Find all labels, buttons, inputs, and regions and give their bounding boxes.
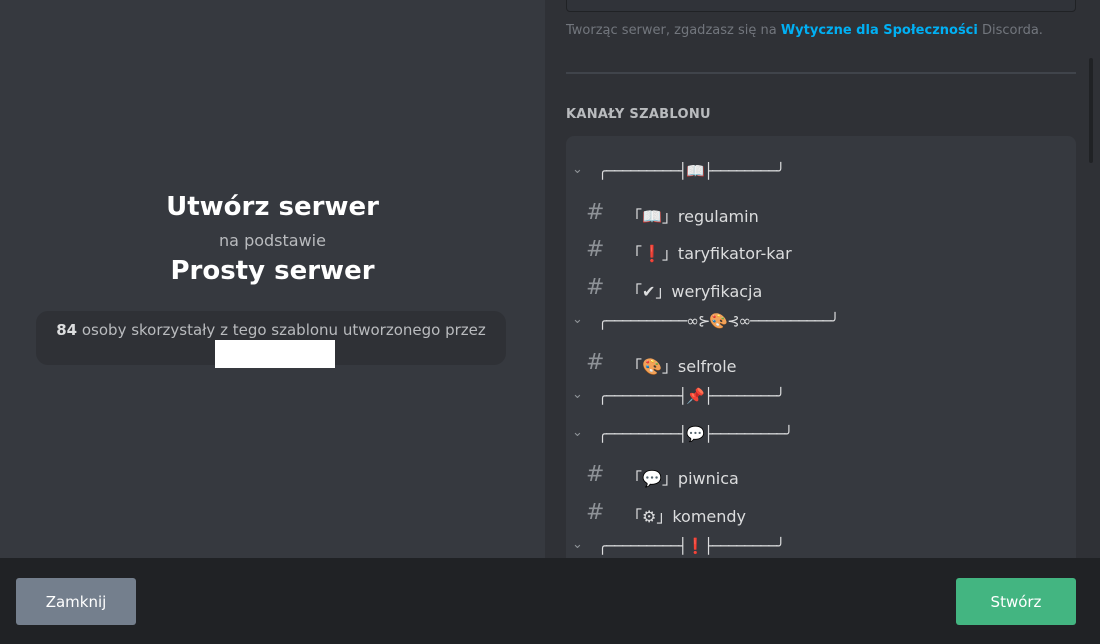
chevron-down-icon: ⌄ (572, 162, 583, 177)
template-usage-box: 84 osoby skorzystały z tego szablonu utw… (36, 311, 506, 368)
template-usage-text: 84 osoby skorzystały z tego szablonu utw… (36, 321, 506, 339)
create-server-modal: Utwórz serwer na podstawie Prosty serwer… (0, 0, 1100, 644)
chevron-down-icon: ⌄ (572, 387, 583, 402)
category-name: ╭─────────┤💬├─────────╯ (598, 425, 793, 443)
usage-count: 84 (56, 321, 78, 339)
channel-name: 「⚙」komendy (626, 507, 747, 526)
category-name: ╭─────────┤❗├────────╯ (598, 537, 785, 555)
channel-item[interactable]: # 「📖」regulamin (566, 198, 1076, 228)
channel-list: ⌄ ╭─────────┤📖├────────╯ # 「📖」regulamin # 「❗」… (566, 136, 1076, 558)
channel-category[interactable]: ⌄ ╭──────────∞⊱🎨⊰∞──────────╯ (566, 310, 1076, 340)
channel-name: 「🎨」selfrole (626, 357, 737, 376)
category-name: ╭─────────┤📖├────────╯ (598, 162, 785, 180)
modal-title: Utwórz serwer (166, 192, 379, 222)
text-channel-icon: # (586, 237, 605, 262)
text-channel-icon: # (586, 462, 605, 487)
community-guidelines-link[interactable]: Wytyczne dla Społeczności (781, 23, 978, 38)
template-channels-panel: Tworząc serwer, zgadzasz się na Wytyczne… (545, 0, 1100, 558)
channel-name: 「❗」taryfikator-kar (626, 244, 792, 263)
channel-name: 「💬」piwnica (626, 469, 739, 488)
redacted-author (215, 340, 335, 368)
text-channel-icon: # (586, 200, 605, 225)
usage-description: osoby skorzystały z tego szablonu utworz… (77, 321, 486, 339)
tos-notice: Tworząc serwer, zgadzasz się na Wytyczne… (566, 23, 1043, 38)
channel-item[interactable]: # 「💬」piwnica (566, 460, 1076, 490)
channel-category[interactable]: ⌄ ╭─────────┤📌├────────╯ (566, 385, 1076, 415)
text-channel-icon: # (586, 275, 605, 300)
channel-item[interactable]: # 「⚙」komendy (566, 498, 1076, 528)
category-name: ╭──────────∞⊱🎨⊰∞──────────╯ (598, 312, 839, 330)
channel-item[interactable]: # 「🎨」selfrole (566, 348, 1076, 378)
text-channel-icon: # (586, 350, 605, 375)
channel-category[interactable]: ⌄ ╭─────────┤📖├────────╯ (566, 160, 1076, 190)
channel-category[interactable]: ⌄ ╭─────────┤💬├─────────╯ (566, 423, 1076, 453)
template-channels-label: KANAŁY SZABLONU (566, 107, 711, 122)
channel-item[interactable]: # 「❗」taryfikator-kar (566, 235, 1076, 265)
category-name: ╭─────────┤📌├────────╯ (598, 387, 785, 405)
channel-name: 「✔」weryfikacja (626, 282, 763, 301)
text-channel-icon: # (586, 500, 605, 525)
divider (566, 72, 1076, 74)
chevron-down-icon: ⌄ (572, 537, 583, 552)
server-name-input[interactable] (566, 0, 1076, 12)
template-name: Prosty serwer (170, 256, 375, 286)
modal-footer: Zamknij Stwórz (0, 558, 1100, 644)
create-button[interactable]: Stwórz (956, 578, 1076, 625)
channel-item[interactable]: # 「✔」weryfikacja (566, 273, 1076, 303)
scrollbar-thumb[interactable] (1089, 58, 1093, 163)
modal-subtitle: na podstawie (219, 231, 326, 250)
template-info-panel: Utwórz serwer na podstawie Prosty serwer… (0, 0, 545, 558)
chevron-down-icon: ⌄ (572, 425, 583, 440)
tos-suffix: Discorda. (977, 23, 1043, 38)
chevron-down-icon: ⌄ (572, 312, 583, 327)
channel-category[interactable]: ⌄ ╭─────────┤❗├────────╯ (566, 535, 1076, 558)
close-button[interactable]: Zamknij (16, 578, 136, 625)
tos-prefix: Tworząc serwer, zgadzasz się na (566, 23, 781, 38)
channel-name: 「📖」regulamin (626, 207, 759, 226)
